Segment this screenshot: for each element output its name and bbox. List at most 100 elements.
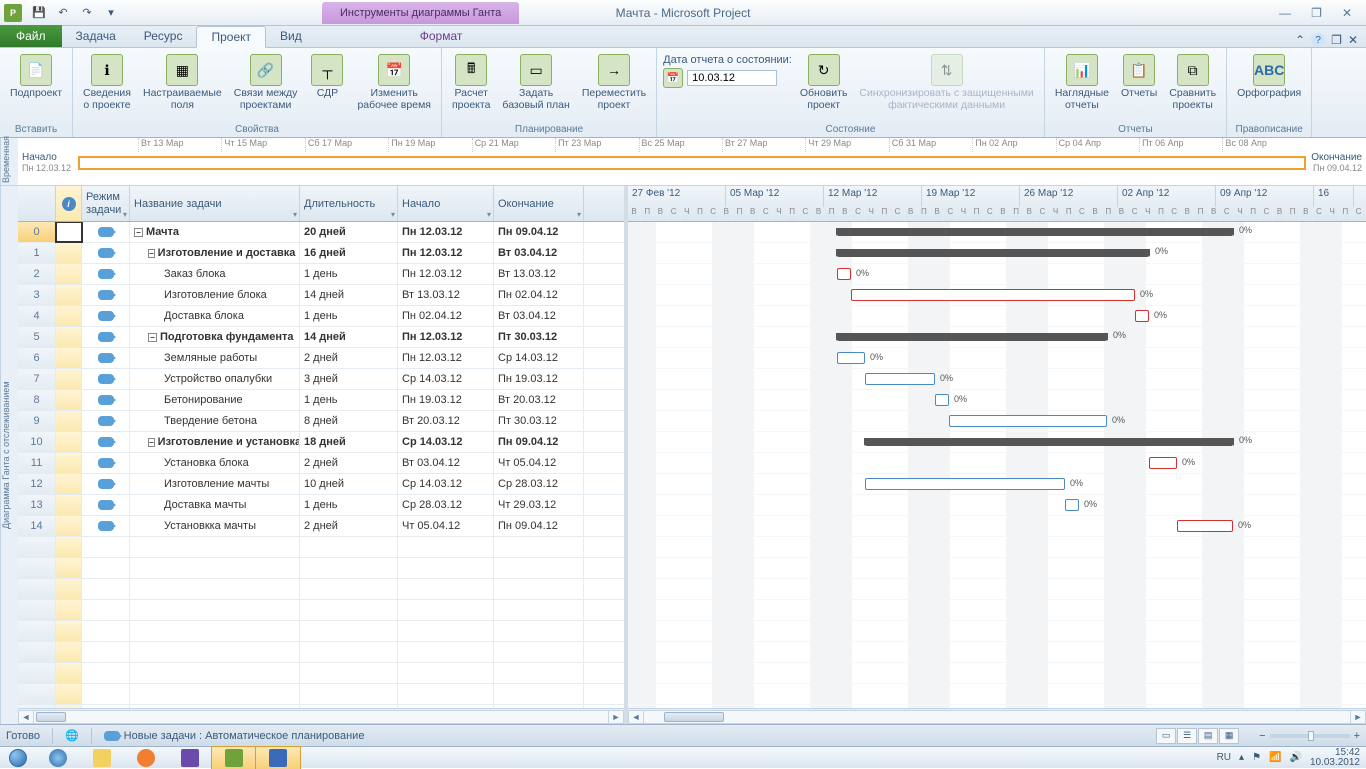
view-gantt-icon[interactable]: ▭ <box>1156 728 1176 744</box>
spellcheck-button[interactable]: ABCОрфография <box>1233 52 1305 102</box>
tab-view[interactable]: Вид <box>266 25 316 47</box>
gantt-bar[interactable]: 0% <box>851 289 1135 301</box>
col-header-start[interactable]: Начало▾ <box>398 186 494 221</box>
view-resource-icon[interactable]: ▦ <box>1219 728 1239 744</box>
zoom-out-icon[interactable]: − <box>1259 730 1265 742</box>
table-row[interactable]: 3Изготовление блока14 днейВт 13.03.12Пн … <box>18 285 624 306</box>
outline-toggle[interactable]: − <box>148 438 155 447</box>
tray-lang[interactable]: RU <box>1217 752 1231 763</box>
table-row[interactable] <box>18 558 624 579</box>
gantt-bar[interactable]: 0% <box>837 268 851 280</box>
tab-format[interactable]: Формат <box>406 25 477 47</box>
help-icon[interactable]: ? <box>1311 33 1325 47</box>
tray-clock[interactable]: 15:4210.03.2012 <box>1310 748 1360 768</box>
gantt-bar[interactable]: 0% <box>837 333 1107 341</box>
status-date-input[interactable] <box>687 70 777 86</box>
worktime-button[interactable]: 📅Изменить рабочее время <box>353 52 435 113</box>
table-row[interactable] <box>18 600 624 621</box>
ribbon-minimize-icon[interactable]: ⌃ <box>1295 33 1305 47</box>
table-row[interactable]: 5−Подготовка фундамента14 днейПн 12.03.1… <box>18 327 624 348</box>
table-row[interactable] <box>18 537 624 558</box>
save-button[interactable]: 💾 <box>28 3 50 23</box>
table-row[interactable] <box>18 684 624 705</box>
tab-project[interactable]: Проект <box>196 26 266 48</box>
col-header-mode[interactable]: Режим задачи▾ <box>82 186 130 221</box>
gantt-bar[interactable]: 0% <box>1177 520 1233 532</box>
undo-button[interactable]: ↶ <box>52 3 74 23</box>
tray-chevron-icon[interactable]: ▴ <box>1239 752 1244 763</box>
zoom-in-icon[interactable]: + <box>1354 730 1360 742</box>
calc-project-button[interactable]: 🖩Расчет проекта <box>448 52 494 113</box>
col-header-info[interactable]: i <box>56 186 82 221</box>
view-switcher[interactable]: ▭ ☰ ▤ ▦ <box>1156 728 1239 744</box>
outline-toggle[interactable]: − <box>148 333 157 342</box>
taskbar-media[interactable] <box>124 747 168 769</box>
timeline-bar[interactable] <box>78 156 1306 170</box>
gantt-bar[interactable]: 0% <box>837 228 1233 236</box>
compare-projects-button[interactable]: ⧉Сравнить проекты <box>1165 52 1220 113</box>
qat-more-button[interactable]: ▾ <box>100 3 122 23</box>
project-links-button[interactable]: 🔗Связи между проектами <box>230 52 302 113</box>
table-row[interactable]: 7Устройство опалубки3 днейСр 14.03.12Пн … <box>18 369 624 390</box>
taskbar-word[interactable] <box>256 747 300 769</box>
table-row[interactable]: 12Изготовление мачты10 днейСр 14.03.12Ср… <box>18 474 624 495</box>
gantt-bar[interactable]: 0% <box>935 394 949 406</box>
taskbar-ie[interactable] <box>36 747 80 769</box>
status-globe-icon[interactable]: 🌐 <box>65 729 79 742</box>
window-restore-icon[interactable]: ❐ <box>1331 33 1342 47</box>
col-header-name[interactable]: Название задачи▾ <box>130 186 300 221</box>
wbs-button[interactable]: ┬СДР <box>305 52 349 102</box>
table-row[interactable]: 14Установкка мачты2 днейЧт 05.04.12Пн 09… <box>18 516 624 537</box>
table-row[interactable]: 1−Изготовление и доставка блока16 днейПн… <box>18 243 624 264</box>
gantt-bar[interactable]: 0% <box>865 373 935 385</box>
set-baseline-button[interactable]: ▭Задать базовый план <box>498 52 573 113</box>
custom-fields-button[interactable]: ▦Настраиваемые поля <box>139 52 226 113</box>
table-row[interactable]: 9Твердение бетона8 днейВт 20.03.12Пт 30.… <box>18 411 624 432</box>
table-row[interactable]: 13Доставка мачты1 деньСр 28.03.12Чт 29.0… <box>18 495 624 516</box>
start-button[interactable] <box>0 747 36 769</box>
tab-task[interactable]: Задача <box>62 25 130 47</box>
table-row[interactable]: 2Заказ блока1 деньПн 12.03.12Вт 13.03.12 <box>18 264 624 285</box>
outline-toggle[interactable]: − <box>134 228 143 237</box>
gantt-bar[interactable]: 0% <box>837 352 865 364</box>
table-row[interactable]: 10−Изготовление и установка18 днейСр 14.… <box>18 432 624 453</box>
gantt-bar[interactable]: 0% <box>837 249 1149 257</box>
window-close-icon[interactable]: ✕ <box>1348 33 1358 47</box>
gantt-bar[interactable]: 0% <box>865 438 1233 446</box>
table-row[interactable]: 0−Мачта20 днейПн 12.03.12Пн 09.04.12 <box>18 222 624 243</box>
gantt-bar[interactable]: 0% <box>949 415 1107 427</box>
move-project-button[interactable]: →Переместить проект <box>578 52 650 113</box>
table-row[interactable]: 4Доставка блока1 деньПн 02.04.12Вт 03.04… <box>18 306 624 327</box>
table-row[interactable] <box>18 663 624 684</box>
reports-button[interactable]: 📋Отчеты <box>1117 52 1161 102</box>
col-header-end[interactable]: Окончание▾ <box>494 186 584 221</box>
table-row[interactable] <box>18 642 624 663</box>
gantt-bar[interactable]: 0% <box>865 478 1065 490</box>
gantt-bar[interactable]: 0% <box>1065 499 1079 511</box>
view-usage-icon[interactable]: ☰ <box>1177 728 1197 744</box>
table-row[interactable]: 11Установка блока2 днейВт 03.04.12Чт 05.… <box>18 453 624 474</box>
update-project-button[interactable]: ↻Обновить проект <box>796 52 852 113</box>
file-tab[interactable]: Файл <box>0 25 62 47</box>
minimize-button[interactable]: — <box>1275 6 1295 20</box>
table-hscroll[interactable]: ◄► <box>18 708 624 724</box>
table-row[interactable] <box>18 579 624 600</box>
zoom-slider[interactable]: − + <box>1259 730 1360 742</box>
visual-reports-button[interactable]: 📊Наглядные отчеты <box>1051 52 1113 113</box>
tray-volume-icon[interactable]: 🔊 <box>1289 752 1301 763</box>
col-header-id[interactable] <box>18 186 56 221</box>
tray-flag-icon[interactable]: ⚑ <box>1252 752 1261 763</box>
taskbar-explorer[interactable] <box>80 747 124 769</box>
subproject-button[interactable]: 📄Подпроект <box>6 52 66 102</box>
redo-button[interactable]: ↷ <box>76 3 98 23</box>
project-info-button[interactable]: ℹСведения о проекте <box>79 52 135 113</box>
table-row[interactable]: 8Бетонирование1 деньПн 19.03.12Вт 20.03.… <box>18 390 624 411</box>
view-team-icon[interactable]: ▤ <box>1198 728 1218 744</box>
outline-toggle[interactable]: − <box>148 249 155 258</box>
gantt-bar[interactable]: 0% <box>1135 310 1149 322</box>
tab-resource[interactable]: Ресурс <box>130 25 197 47</box>
taskbar-project[interactable] <box>212 747 256 769</box>
close-button[interactable]: ✕ <box>1338 6 1356 20</box>
table-row[interactable] <box>18 621 624 642</box>
taskbar-app1[interactable] <box>168 747 212 769</box>
